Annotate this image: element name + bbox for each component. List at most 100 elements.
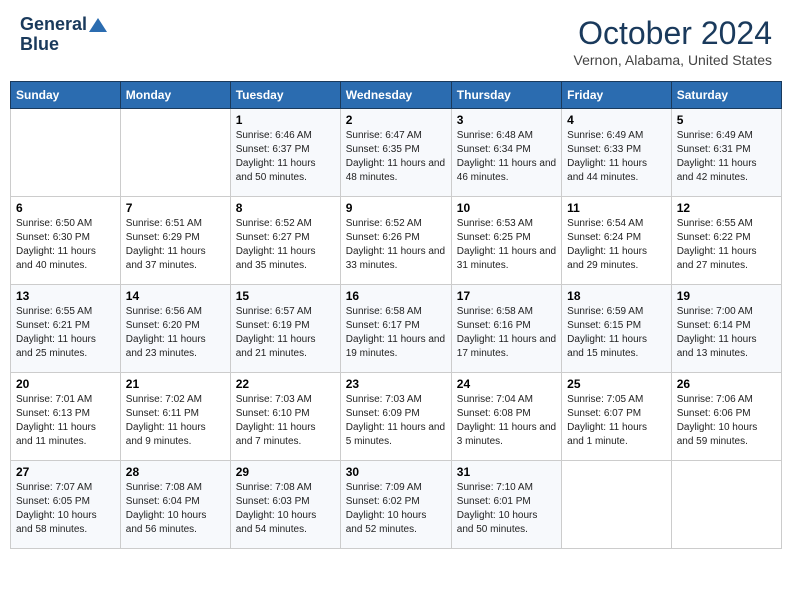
logo-icon — [89, 18, 107, 32]
weekday-tuesday: Tuesday — [230, 82, 340, 109]
logo-general: General — [20, 15, 87, 35]
week-row-3: 13 Sunrise: 6:55 AMSunset: 6:21 PMDayligh… — [11, 285, 782, 373]
calendar-cell: 5 Sunrise: 6:49 AMSunset: 6:31 PMDaylight… — [671, 109, 781, 197]
day-number: 2 — [346, 113, 446, 127]
day-info: Sunrise: 6:55 AMSunset: 6:22 PMDaylight:… — [677, 217, 776, 273]
day-info: Sunrise: 6:55 AMSunset: 6:21 PMDaylight:… — [16, 305, 115, 361]
day-info: Sunrise: 6:52 AMSunset: 6:26 PMDaylight:… — [346, 217, 446, 273]
day-number: 15 — [236, 289, 335, 303]
day-number: 17 — [457, 289, 556, 303]
calendar-cell — [562, 461, 672, 549]
day-info: Sunrise: 6:59 AMSunset: 6:15 PMDaylight:… — [567, 305, 666, 361]
calendar-cell: 21Sunrise: 7:02 AMSunset: 6:11 PMDayligh… — [120, 373, 230, 461]
calendar-cell: 2 Sunrise: 6:47 AMSunset: 6:35 PMDaylight… — [340, 109, 451, 197]
calendar-cell: 16Sunrise: 6:58 AMSunset: 6:17 PMDayligh… — [340, 285, 451, 373]
calendar-cell — [120, 109, 230, 197]
location: Vernon, Alabama, United States — [574, 52, 772, 68]
calendar-cell: 27 Sunrise: 7:07 AMSunset: 6:05 PMDayligh… — [11, 461, 121, 549]
day-number: 18 — [567, 289, 666, 303]
day-number: 5 — [677, 113, 776, 127]
day-number: 25 — [567, 377, 666, 391]
day-number: 11 — [567, 201, 666, 215]
calendar-cell: 4Sunrise: 6:49 AMSunset: 6:33 PMDaylight… — [562, 109, 672, 197]
calendar-cell: 31 Sunrise: 7:10 AMSunset: 6:01 PMDayligh… — [451, 461, 561, 549]
day-number: 7 — [126, 201, 225, 215]
weekday-wednesday: Wednesday — [340, 82, 451, 109]
day-number: 23 — [346, 377, 446, 391]
day-info: Sunrise: 7:03 AMSunset: 6:09 PMDaylight:… — [346, 393, 446, 449]
day-number: 24 — [457, 377, 556, 391]
day-info: Sunrise: 6:46 AMSunset: 6:37 PMDaylight:… — [236, 129, 335, 185]
day-info: Sunrise: 6:54 AMSunset: 6:24 PMDaylight:… — [567, 217, 666, 273]
weekday-sunday: Sunday — [11, 82, 121, 109]
day-info: Sunrise: 6:49 AMSunset: 6:33 PMDaylight:… — [567, 129, 666, 185]
day-number: 30 — [346, 465, 446, 479]
day-number: 20 — [16, 377, 115, 391]
day-info: Sunrise: 7:03 AMSunset: 6:10 PMDaylight:… — [236, 393, 335, 449]
calendar-cell — [11, 109, 121, 197]
day-number: 29 — [236, 465, 335, 479]
calendar-cell: 12 Sunrise: 6:55 AMSunset: 6:22 PMDayligh… — [671, 197, 781, 285]
day-info: Sunrise: 6:52 AMSunset: 6:27 PMDaylight:… — [236, 217, 335, 273]
day-number: 28 — [126, 465, 225, 479]
day-number: 14 — [126, 289, 225, 303]
calendar-cell: 30Sunrise: 7:09 AMSunset: 6:02 PMDayligh… — [340, 461, 451, 549]
week-row-5: 27 Sunrise: 7:07 AMSunset: 6:05 PMDayligh… — [11, 461, 782, 549]
day-info: Sunrise: 7:06 AMSunset: 6:06 PMDaylight:… — [677, 393, 776, 449]
day-info: Sunrise: 6:47 AMSunset: 6:35 PMDaylight:… — [346, 129, 446, 185]
day-info: Sunrise: 6:57 AMSunset: 6:19 PMDaylight:… — [236, 305, 335, 361]
day-info: Sunrise: 7:04 AMSunset: 6:08 PMDaylight:… — [457, 393, 556, 449]
day-number: 8 — [236, 201, 335, 215]
day-number: 26 — [677, 377, 776, 391]
weekday-header-row: SundayMondayTuesdayWednesdayThursdayFrid… — [11, 82, 782, 109]
calendar-body: 1 Sunrise: 6:46 AMSunset: 6:37 PMDaylight… — [11, 109, 782, 549]
day-info: Sunrise: 6:53 AMSunset: 6:25 PMDaylight:… — [457, 217, 556, 273]
day-info: Sunrise: 7:05 AMSunset: 6:07 PMDaylight:… — [567, 393, 666, 449]
calendar-cell: 19Sunrise: 7:00 AMSunset: 6:14 PMDayligh… — [671, 285, 781, 373]
calendar-cell: 9 Sunrise: 6:52 AMSunset: 6:26 PMDaylight… — [340, 197, 451, 285]
weekday-thursday: Thursday — [451, 82, 561, 109]
day-number: 3 — [457, 113, 556, 127]
day-info: Sunrise: 6:51 AMSunset: 6:29 PMDaylight:… — [126, 217, 225, 273]
day-info: Sunrise: 6:58 AMSunset: 6:17 PMDaylight:… — [346, 305, 446, 361]
day-number: 22 — [236, 377, 335, 391]
day-number: 19 — [677, 289, 776, 303]
day-info: Sunrise: 6:58 AMSunset: 6:16 PMDaylight:… — [457, 305, 556, 361]
calendar-cell: 24 Sunrise: 7:04 AMSunset: 6:08 PMDayligh… — [451, 373, 561, 461]
day-number: 9 — [346, 201, 446, 215]
title-area: October 2024 Vernon, Alabama, United Sta… — [574, 15, 772, 68]
day-number: 13 — [16, 289, 115, 303]
day-info: Sunrise: 6:50 AMSunset: 6:30 PMDaylight:… — [16, 217, 115, 273]
calendar-cell: 29 Sunrise: 7:08 AMSunset: 6:03 PMDayligh… — [230, 461, 340, 549]
calendar-cell: 22 Sunrise: 7:03 AMSunset: 6:10 PMDayligh… — [230, 373, 340, 461]
calendar-cell: 23 Sunrise: 7:03 AMSunset: 6:09 PMDayligh… — [340, 373, 451, 461]
page-header: General Blue October 2024 Vernon, Alabam… — [10, 10, 782, 73]
weekday-saturday: Saturday — [671, 82, 781, 109]
day-info: Sunrise: 6:49 AMSunset: 6:31 PMDaylight:… — [677, 129, 776, 185]
day-number: 31 — [457, 465, 556, 479]
calendar-cell: 1 Sunrise: 6:46 AMSunset: 6:37 PMDaylight… — [230, 109, 340, 197]
day-info: Sunrise: 7:07 AMSunset: 6:05 PMDaylight:… — [16, 481, 115, 537]
day-info: Sunrise: 7:10 AMSunset: 6:01 PMDaylight:… — [457, 481, 556, 537]
calendar-cell: 7 Sunrise: 6:51 AMSunset: 6:29 PMDaylight… — [120, 197, 230, 285]
logo-blue: Blue — [20, 35, 59, 55]
day-info: Sunrise: 6:48 AMSunset: 6:34 PMDaylight:… — [457, 129, 556, 185]
day-number: 27 — [16, 465, 115, 479]
calendar-cell: 13 Sunrise: 6:55 AMSunset: 6:21 PMDayligh… — [11, 285, 121, 373]
calendar-cell: 6 Sunrise: 6:50 AMSunset: 6:30 PMDaylight… — [11, 197, 121, 285]
calendar-cell: 15 Sunrise: 6:57 AMSunset: 6:19 PMDayligh… — [230, 285, 340, 373]
calendar-cell: 20Sunrise: 7:01 AMSunset: 6:13 PMDayligh… — [11, 373, 121, 461]
week-row-4: 20Sunrise: 7:01 AMSunset: 6:13 PMDayligh… — [11, 373, 782, 461]
calendar-cell — [671, 461, 781, 549]
weekday-friday: Friday — [562, 82, 672, 109]
day-number: 12 — [677, 201, 776, 215]
day-number: 1 — [236, 113, 335, 127]
day-number: 6 — [16, 201, 115, 215]
day-info: Sunrise: 7:08 AMSunset: 6:04 PMDaylight:… — [126, 481, 225, 537]
calendar-cell: 10Sunrise: 6:53 AMSunset: 6:25 PMDayligh… — [451, 197, 561, 285]
day-info: Sunrise: 6:56 AMSunset: 6:20 PMDaylight:… — [126, 305, 225, 361]
calendar-cell: 11 Sunrise: 6:54 AMSunset: 6:24 PMDayligh… — [562, 197, 672, 285]
day-info: Sunrise: 7:08 AMSunset: 6:03 PMDaylight:… — [236, 481, 335, 537]
weekday-monday: Monday — [120, 82, 230, 109]
calendar-table: SundayMondayTuesdayWednesdayThursdayFrid… — [10, 81, 782, 549]
